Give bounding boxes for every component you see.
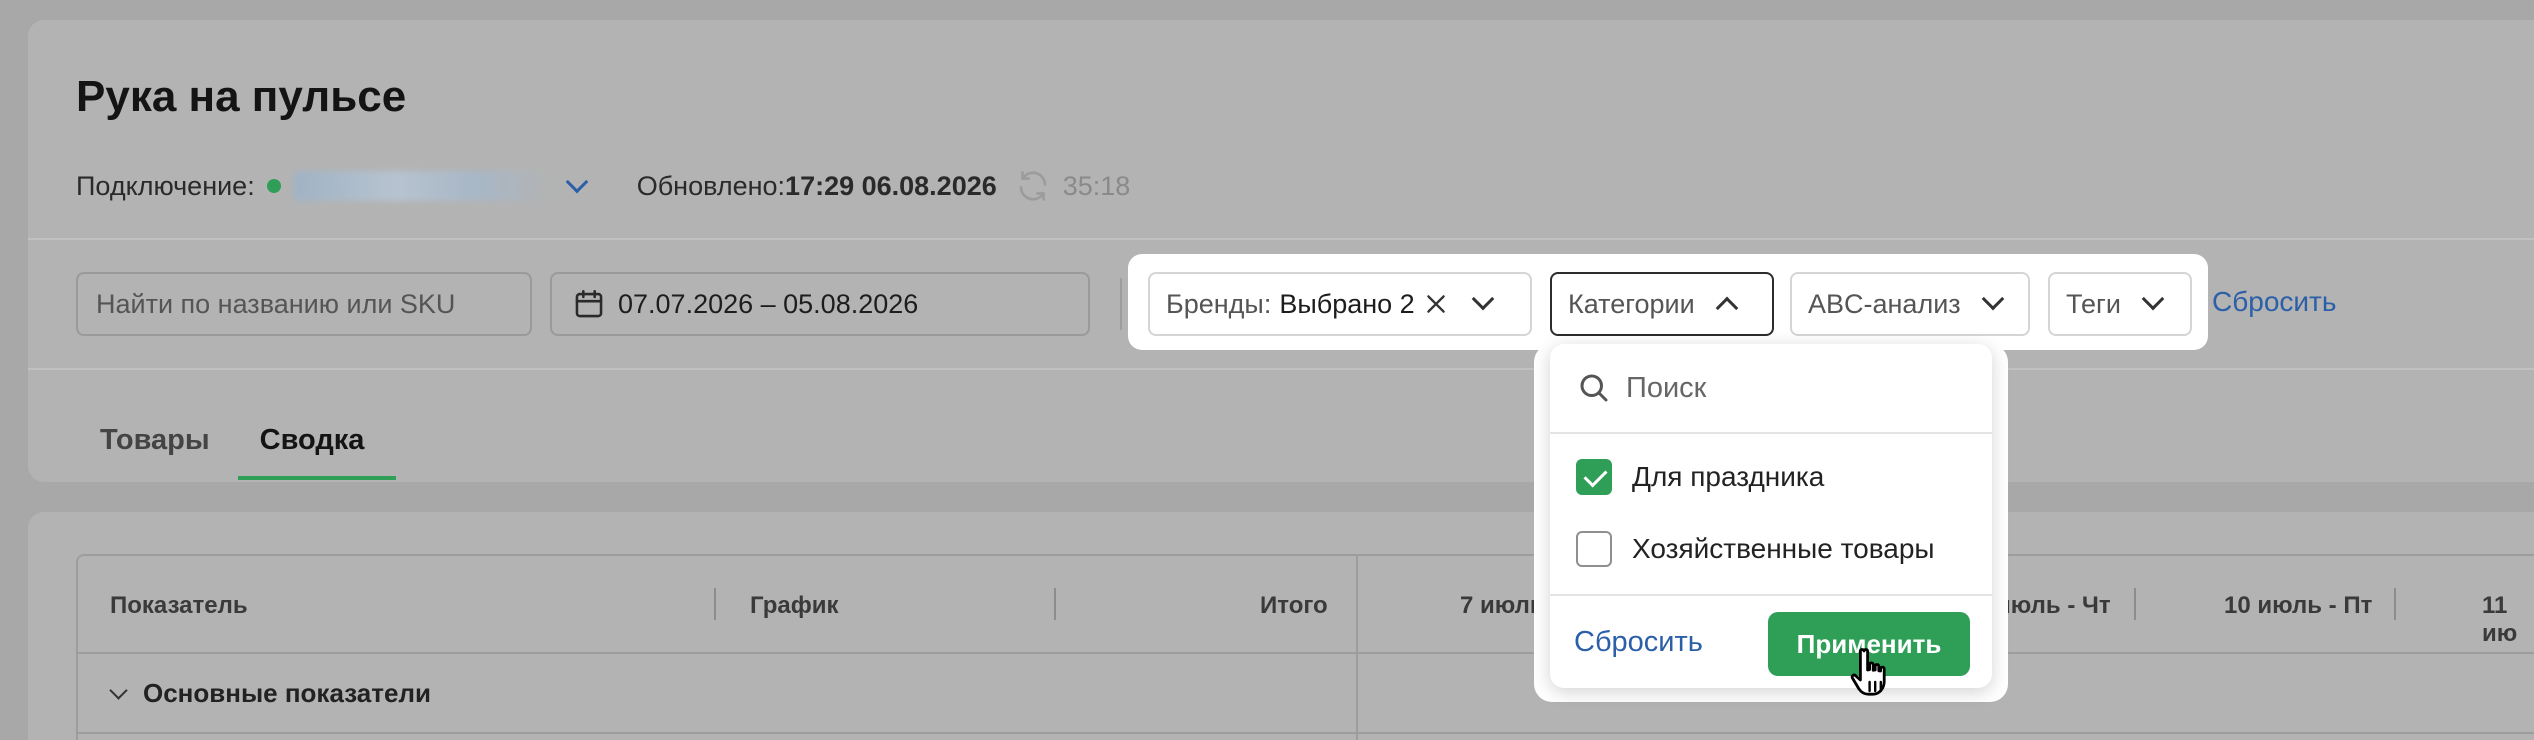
divider <box>28 238 2534 240</box>
toolbar-separator <box>1120 278 1122 330</box>
group-label: Основные показатели <box>143 678 431 708</box>
column-header-chart[interactable]: График <box>750 592 838 620</box>
dropdown-divider <box>1550 432 1992 434</box>
dropdown-reset-link[interactable]: Сбросить <box>1574 626 1703 659</box>
brands-filter[interactable]: Бренды: Выбрано 2 <box>1148 272 1532 336</box>
categories-label: Категории <box>1568 288 1695 319</box>
column-header-date[interactable]: июль - Чт <box>1996 592 2111 620</box>
category-option-label: Для праздника <box>1632 461 1825 492</box>
chevron-down-icon[interactable] <box>565 170 589 194</box>
tab-bar: Товары Сводка <box>100 424 414 457</box>
chevron-down-icon[interactable] <box>109 681 128 700</box>
connection-label: Подключение: <box>76 170 255 201</box>
tags-filter[interactable]: Теги <box>2048 272 2192 336</box>
updated-value: 17:29 06.08.2026 <box>785 170 997 201</box>
tab-products[interactable]: Товары <box>100 424 210 457</box>
abc-analysis-filter[interactable]: ABC-анализ <box>1790 272 2030 336</box>
connection-status-dot <box>266 179 281 193</box>
column-resizer[interactable] <box>2394 588 2396 620</box>
category-option-label: Хозяйственные товары <box>1632 533 1935 564</box>
hand-cursor-icon <box>1850 648 1886 696</box>
tags-label: Теги <box>2066 288 2121 319</box>
clear-icon[interactable] <box>1423 291 1449 317</box>
row-divider <box>78 732 2534 734</box>
chevron-down-icon[interactable] <box>1981 287 2004 311</box>
summary-table <box>76 554 2534 740</box>
category-option[interactable]: Хозяйственные товары <box>1576 531 1935 567</box>
page-title: Рука на пульсе <box>76 72 407 121</box>
connection-selector[interactable] <box>292 171 553 201</box>
column-header-date[interactable]: 10 июль - Пт <box>2224 592 2372 620</box>
dropdown-search-placeholder: Поиск <box>1626 371 1707 404</box>
abc-label: ABC-анализ <box>1808 288 1961 319</box>
connection-row: Подключение: Обновлено: 17:29 06.08.2026… <box>76 168 1130 204</box>
search-input[interactable]: Найти по названию или SKU <box>76 272 532 336</box>
column-header-total[interactable]: Итого <box>1260 592 1328 620</box>
dropdown-search-input[interactable]: Поиск <box>1576 368 1706 408</box>
column-divider <box>1356 556 1358 740</box>
category-option[interactable]: Для праздника <box>1576 459 1824 495</box>
dropdown-divider <box>1550 594 1992 596</box>
updated-label: Обновлено: <box>636 170 786 201</box>
column-resizer[interactable] <box>714 588 716 620</box>
tab-summary[interactable]: Сводка <box>260 424 365 457</box>
group-row-main-metrics[interactable]: Основные показатели <box>109 678 431 709</box>
column-resizer[interactable] <box>1054 588 1056 620</box>
chevron-down-icon[interactable] <box>1471 287 1495 311</box>
categories-filter[interactable]: Категории <box>1550 272 1774 336</box>
refresh-timer: 35:18 <box>1062 170 1131 201</box>
column-resizer[interactable] <box>2134 588 2136 620</box>
row-divider <box>78 652 2534 654</box>
chevron-up-icon[interactable] <box>1715 296 1739 320</box>
reset-filters-link[interactable]: Сбросить <box>2212 286 2336 318</box>
brands-value: Выбрано 2 <box>1279 288 1415 319</box>
date-range-value: 07.07.2026 – 05.08.2026 <box>618 288 919 319</box>
chevron-down-icon[interactable] <box>2141 287 2165 311</box>
refresh-icon[interactable] <box>1015 168 1051 204</box>
active-tab-indicator <box>238 476 396 480</box>
column-header-metric[interactable]: Показатель <box>110 592 248 620</box>
checkbox-checked[interactable] <box>1576 459 1612 495</box>
checkbox-unchecked[interactable] <box>1576 531 1612 567</box>
brands-label: Бренды: <box>1166 288 1272 319</box>
search-placeholder: Найти по названию или SKU <box>96 288 456 319</box>
date-range-picker[interactable]: 07.07.2026 – 05.08.2026 <box>550 272 1090 336</box>
column-header-date[interactable]: 11 ию <box>2482 592 2534 648</box>
search-icon <box>1580 374 1608 402</box>
divider <box>28 368 2534 370</box>
calendar-icon <box>575 289 603 318</box>
